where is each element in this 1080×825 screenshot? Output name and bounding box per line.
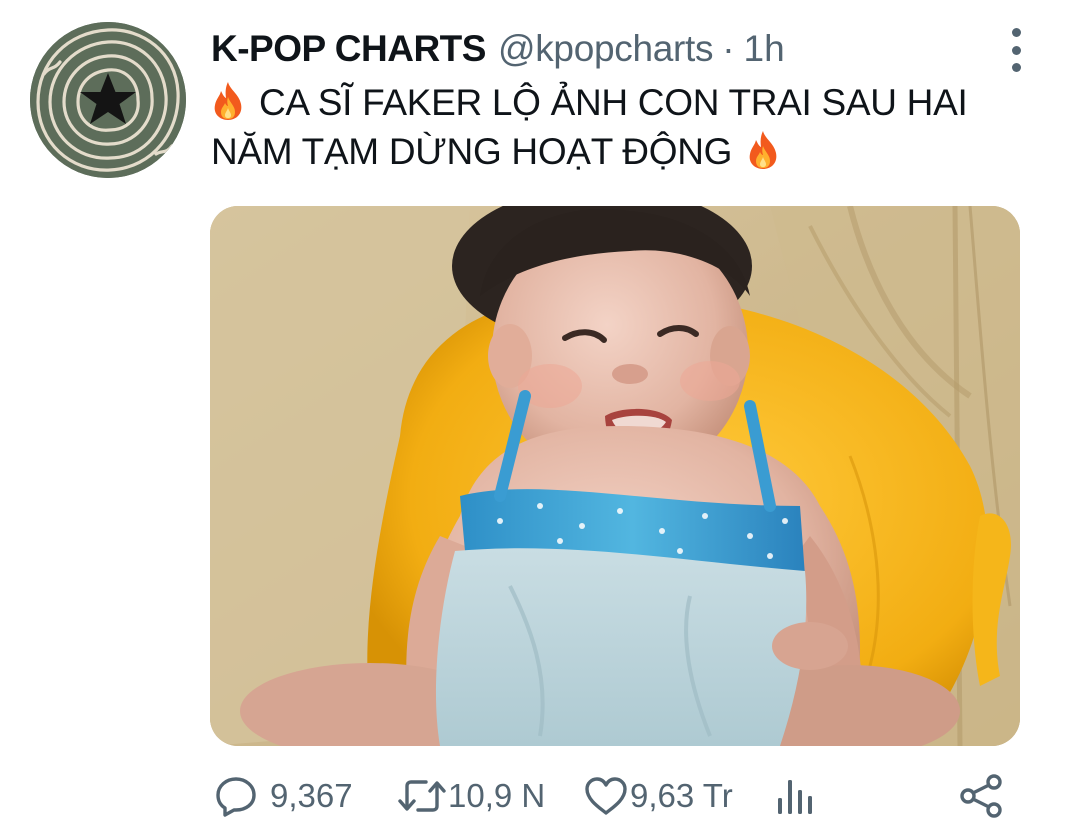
like-button[interactable]: 9,63 Tr bbox=[584, 770, 733, 822]
display-name[interactable]: K-POP CHARTS bbox=[211, 28, 486, 70]
user-handle[interactable]: @kpopcharts bbox=[498, 28, 714, 70]
like-count: 9,63 Tr bbox=[630, 777, 733, 814]
retweet-icon bbox=[398, 780, 446, 812]
avatar[interactable] bbox=[30, 22, 186, 178]
tweet-text-content: CA SĨ FAKER LỘ ẢNH CON TRAI SAU HAI NĂM … bbox=[211, 82, 968, 172]
tweet-action-bar: 9,367 10,9 N 9,63 Tr bbox=[210, 770, 1022, 822]
fire-icon bbox=[214, 82, 242, 120]
retweet-count: 10,9 N bbox=[448, 777, 546, 814]
views-button[interactable] bbox=[776, 770, 816, 822]
heart-icon bbox=[585, 777, 627, 815]
tweet-text: CA SĨ FAKER LỘ ẢNH CON TRAI SAU HAI NĂM … bbox=[211, 78, 1051, 176]
views-icon bbox=[778, 780, 812, 814]
share-icon bbox=[960, 774, 1002, 818]
reply-button[interactable]: 9,367 bbox=[214, 770, 353, 822]
more-options-icon[interactable] bbox=[998, 28, 1034, 72]
retweet-button[interactable]: 10,9 N bbox=[398, 770, 545, 822]
reply-icon bbox=[216, 777, 256, 817]
header-separator: · bbox=[722, 28, 735, 69]
tweet-header: K-POP CHARTS @kpopcharts · 1h bbox=[211, 24, 785, 74]
share-button[interactable] bbox=[958, 770, 1004, 822]
tweet-media-photo[interactable] bbox=[210, 206, 1020, 746]
tweet-timestamp[interactable]: 1h bbox=[744, 28, 785, 70]
fire-icon bbox=[749, 131, 777, 169]
avatar-image bbox=[30, 22, 186, 178]
reply-count: 9,367 bbox=[270, 777, 353, 814]
baby-photo-image bbox=[210, 206, 1020, 746]
